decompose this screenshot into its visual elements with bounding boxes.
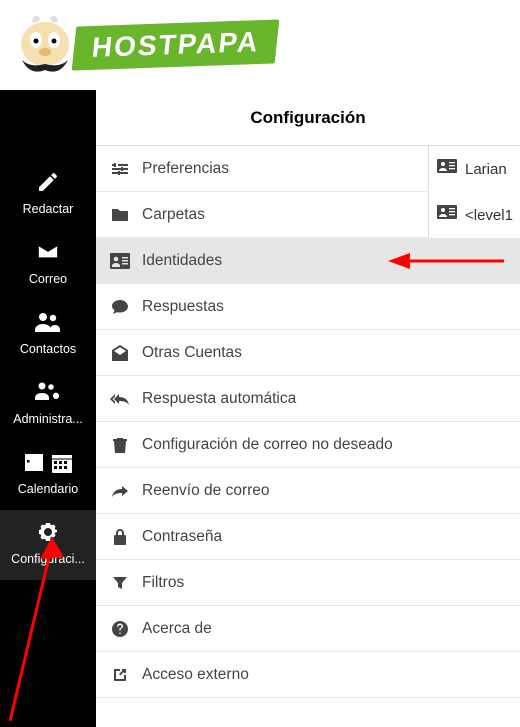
settings-item-identities[interactable]: Identidades <box>96 238 520 284</box>
settings-item-label: Identidades <box>142 252 222 270</box>
settings-item-forward[interactable]: Reenvío de correo <box>96 468 520 514</box>
settings-item-label: Respuestas <box>142 298 224 316</box>
settings-item-external-access[interactable]: Acceso externo <box>96 652 520 698</box>
sidebar-item-label: Administra... <box>2 412 94 426</box>
compose-icon <box>2 170 94 198</box>
contacts-icon <box>2 310 94 338</box>
settings-item-auto-reply[interactable]: Respuesta automática <box>96 376 520 422</box>
settings-item-label: Contraseña <box>142 528 222 546</box>
sidebar-item-label: Configuraci... <box>2 552 94 566</box>
identity-label: <level1 <box>465 207 513 224</box>
admin-icon <box>2 380 94 408</box>
question-icon <box>110 619 130 639</box>
sidebar-item-admin[interactable]: Administra... <box>0 370 96 440</box>
folder-icon <box>110 205 130 225</box>
hostpapa-logo: HOSTPAPA <box>10 10 277 81</box>
settings-item-password[interactable]: Contraseña <box>96 514 520 560</box>
gear-icon <box>2 520 94 548</box>
reply-all-icon <box>110 389 130 409</box>
calendar-icon <box>2 450 94 478</box>
settings-item-label: Filtros <box>142 574 184 592</box>
id-card-icon <box>437 159 457 179</box>
envelope-open-icon <box>110 343 130 363</box>
sliders-icon <box>110 159 130 179</box>
settings-item-about[interactable]: Acerca de <box>96 606 520 652</box>
filter-icon <box>110 573 130 593</box>
settings-item-label: Respuesta automática <box>142 390 296 408</box>
sidebar-item-calendar[interactable]: Calendario <box>0 440 96 510</box>
mail-icon <box>2 240 94 268</box>
sidebar-item-label: Redactar <box>2 202 94 216</box>
sidebar-item-label: Contactos <box>2 342 94 356</box>
forward-icon <box>110 481 130 501</box>
settings-item-label: Reenvío de correo <box>142 482 270 500</box>
sidebar: Redactar Correo Contactos Administra... <box>0 90 96 727</box>
settings-item-spam[interactable]: Configuración de correo no deseado <box>96 422 520 468</box>
identities-panel: Larian <level1 <box>428 146 520 238</box>
identity-label: Larian <box>465 161 507 178</box>
external-icon <box>110 665 130 685</box>
id-card-icon <box>110 251 130 271</box>
settings-item-label: Acceso externo <box>142 666 249 684</box>
settings-item-label: Carpetas <box>142 206 205 224</box>
sidebar-item-label: Calendario <box>2 482 94 496</box>
identity-item[interactable]: <level1 <box>429 192 520 238</box>
settings-item-label: Otras Cuentas <box>142 344 242 362</box>
settings-item-filters[interactable]: Filtros <box>96 560 520 606</box>
logo-mascot-icon <box>10 10 80 81</box>
settings-item-label: Preferencias <box>142 160 229 178</box>
sidebar-item-label: Correo <box>2 272 94 286</box>
comment-icon <box>110 297 130 317</box>
settings-header: Configuración <box>96 90 520 146</box>
sidebar-item-compose[interactable]: Redactar <box>0 160 96 230</box>
sidebar-item-contacts[interactable]: Contactos <box>0 300 96 370</box>
sidebar-item-mail[interactable]: Correo <box>0 230 96 300</box>
identity-item[interactable]: Larian <box>429 146 520 192</box>
settings-item-other-accounts[interactable]: Otras Cuentas <box>96 330 520 376</box>
header: HOSTPAPA <box>0 0 520 90</box>
sidebar-item-settings[interactable]: Configuraci... <box>0 510 96 580</box>
id-card-icon <box>437 205 457 225</box>
settings-item-label: Configuración de correo no deseado <box>142 436 393 454</box>
settings-item-responses[interactable]: Respuestas <box>96 284 520 330</box>
settings-item-label: Acerca de <box>142 620 212 638</box>
logo-text: HOSTPAPA <box>72 19 280 70</box>
trash-icon <box>110 435 130 455</box>
lock-icon <box>110 527 130 547</box>
